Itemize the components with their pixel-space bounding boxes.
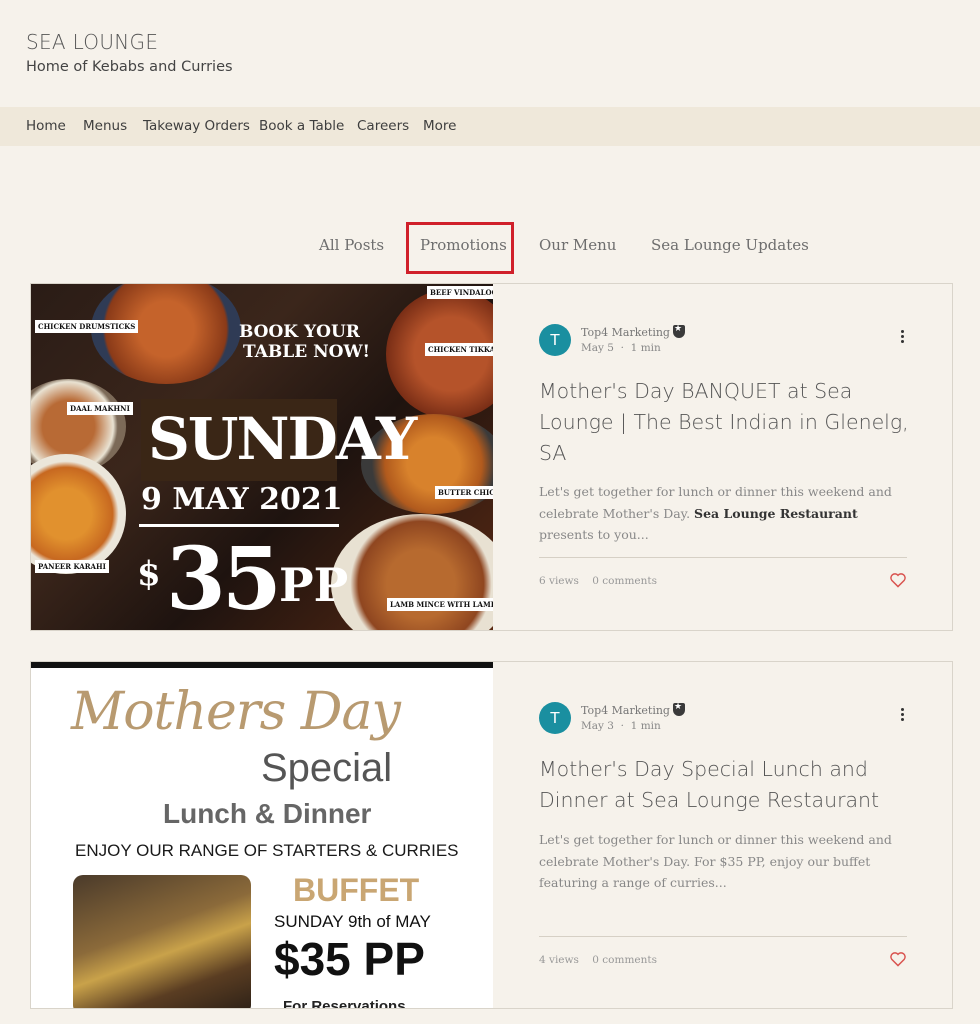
more-actions-icon[interactable] bbox=[897, 708, 907, 726]
post-date: May 3 bbox=[581, 720, 614, 732]
nav-item-book-a-table[interactable]: Book a Table bbox=[259, 118, 344, 134]
banner-enjoy: ENJOY OUR RANGE OF STARTERS & CURRIES bbox=[75, 841, 459, 860]
post-stats: 4 views 0 comments bbox=[539, 954, 657, 966]
author-avatar[interactable]: T bbox=[539, 324, 571, 356]
site-tagline: Home of Kebabs and Curries bbox=[26, 59, 233, 75]
label-lamb-mince: LAMB MINCE WITH LAMB CHUNKS bbox=[387, 598, 493, 611]
post-meta: May 5 · 1 min bbox=[581, 342, 661, 354]
buffet-photo bbox=[73, 875, 251, 1008]
post-title[interactable]: Mother's Day Special Lunch and Dinner at… bbox=[539, 754, 911, 816]
post-divider bbox=[539, 557, 907, 558]
nav-item-careers[interactable]: Careers bbox=[357, 118, 409, 134]
banner-buffet: BUFFET bbox=[293, 872, 420, 908]
banner-day: SUNDAY bbox=[148, 405, 417, 473]
banner-date: 9 MAY 2021 bbox=[141, 482, 343, 517]
post-cover-image[interactable]: Mothers Day Special Lunch & Dinner ENJOY… bbox=[31, 662, 493, 1008]
excerpt-bold-text: Sea Lounge Restaurant bbox=[694, 505, 858, 521]
banner-underline bbox=[139, 524, 339, 527]
author-avatar[interactable]: T bbox=[539, 702, 571, 734]
site-header: SEA LOUNGE Home of Kebabs and Curries bbox=[0, 0, 980, 107]
banner-lunch-dinner: Lunch & Dinner bbox=[163, 798, 372, 829]
banner-price-symbol: $ bbox=[137, 554, 161, 594]
site-title[interactable]: SEA LOUNGE bbox=[26, 30, 158, 54]
blog-category-tabs: All Posts Promotions Our Menu Sea Lounge… bbox=[0, 222, 980, 274]
promotions-highlight-box bbox=[406, 222, 514, 274]
nav-item-more[interactable]: More bbox=[423, 118, 456, 134]
read-time: 1 min bbox=[630, 342, 661, 354]
post-body: T Top4 Marketing May 3 · 1 min Mother's … bbox=[539, 662, 907, 1008]
more-actions-icon[interactable] bbox=[897, 330, 907, 348]
post-cover-image[interactable]: CHICKEN DRUMSTICKS BEEF VINDALOO CHICKEN… bbox=[31, 284, 493, 630]
main-nav: Home Menus Takeway Orders Book a Table C… bbox=[0, 107, 980, 146]
post-excerpt: Let's get together for lunch or dinner t… bbox=[539, 481, 907, 546]
post-title[interactable]: Mother's Day BANQUET at Sea Lounge | The… bbox=[539, 376, 911, 469]
nav-item-home[interactable]: Home bbox=[26, 118, 66, 134]
banner-book-line2: TABLE NOW! bbox=[243, 342, 371, 362]
label-chicken-drumsticks: CHICKEN DRUMSTICKS bbox=[35, 320, 139, 333]
author-name[interactable]: Top4 Marketing bbox=[581, 702, 685, 717]
view-count: 6 views bbox=[539, 575, 579, 587]
tab-all-posts[interactable]: All Posts bbox=[319, 236, 384, 254]
post-body: T Top4 Marketing May 5 · 1 min Mother's … bbox=[539, 284, 909, 630]
admin-badge-icon bbox=[672, 702, 685, 716]
read-time: 1 min bbox=[630, 720, 661, 732]
view-count: 4 views bbox=[539, 954, 579, 966]
banner-price: $35 PP bbox=[274, 933, 425, 985]
author-name[interactable]: Top4 Marketing bbox=[581, 324, 685, 339]
author-name-text[interactable]: Top4 Marketing bbox=[581, 326, 670, 339]
like-heart-icon[interactable] bbox=[889, 572, 907, 588]
comment-count[interactable]: 0 comments bbox=[592, 954, 657, 966]
post-divider bbox=[539, 936, 907, 937]
post-date: May 5 bbox=[581, 342, 614, 354]
nav-item-takeway-orders[interactable]: Takeway Orders bbox=[143, 118, 250, 134]
post-card[interactable]: Mothers Day Special Lunch & Dinner ENJOY… bbox=[30, 661, 953, 1009]
like-heart-icon[interactable] bbox=[889, 951, 907, 967]
banner-price-amount: 35 bbox=[166, 529, 282, 630]
tab-sea-lounge-updates[interactable]: Sea Lounge Updates bbox=[651, 236, 809, 254]
label-beef-vindaloo: BEEF VINDALOO bbox=[427, 286, 493, 299]
post-card[interactable]: CHICKEN DRUMSTICKS BEEF VINDALOO CHICKEN… bbox=[30, 283, 953, 631]
post-excerpt: Let's get together for lunch or dinner t… bbox=[539, 832, 892, 890]
banner-mothers-day: Mothers Day bbox=[71, 682, 401, 742]
tab-our-menu[interactable]: Our Menu bbox=[539, 236, 616, 254]
comment-count[interactable]: 0 comments bbox=[592, 575, 657, 587]
banner-sunday: SUNDAY 9th of MAY bbox=[274, 912, 431, 931]
admin-badge-icon bbox=[672, 324, 685, 338]
excerpt-text-end: presents to you... bbox=[539, 527, 649, 542]
author-name-text[interactable]: Top4 Marketing bbox=[581, 704, 670, 717]
label-daal-makhni: DAAL MAKHNI bbox=[67, 402, 133, 415]
label-butter-chicken: BUTTER CHICKEN bbox=[435, 486, 493, 499]
label-paneer-karahi: PANEER KARAHI bbox=[35, 560, 109, 573]
post-stats: 6 views 0 comments bbox=[539, 575, 657, 587]
banner-book-line1: BOOK YOUR bbox=[239, 322, 360, 342]
banner-special: Special bbox=[261, 746, 393, 790]
banner-reservations: For Reservations bbox=[283, 998, 406, 1008]
banner-price-suffix: PP bbox=[279, 558, 349, 612]
post-meta: May 3 · 1 min bbox=[581, 720, 661, 732]
nav-item-menus[interactable]: Menus bbox=[83, 118, 127, 134]
label-chicken-tikka: CHICKEN TIKKA bbox=[425, 343, 493, 356]
